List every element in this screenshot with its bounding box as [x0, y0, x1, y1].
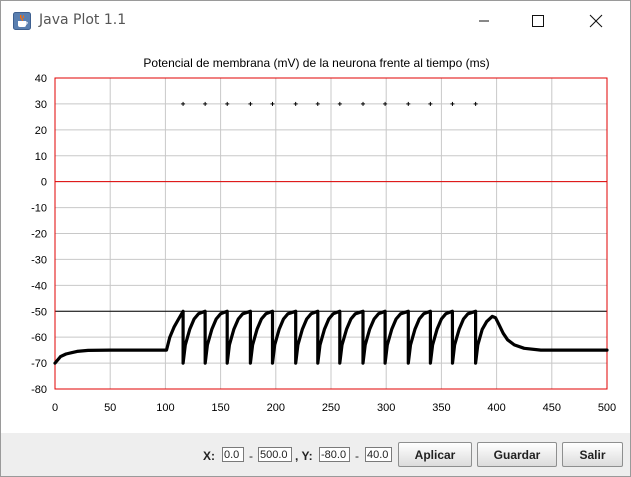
y-tick-label: 0: [41, 177, 47, 189]
java-plot-window: Java Plot 1.1 Potencial de membrana (mV)…: [0, 0, 631, 477]
close-button[interactable]: [573, 1, 619, 41]
y-tick-label: -70: [31, 358, 47, 370]
spike-marker: [406, 101, 411, 106]
x-tick-label: 500: [598, 402, 616, 414]
spike-marker: [293, 101, 298, 106]
spike-marker: [473, 101, 478, 106]
maximize-button[interactable]: [515, 1, 561, 41]
maximize-icon: [532, 15, 544, 27]
x-tick-label: 200: [267, 402, 285, 414]
spike-marker: [225, 101, 230, 106]
spike-marker: [248, 101, 253, 106]
x-range-dash: -: [249, 449, 253, 463]
membrane-potential-chart: 0 50 100 150 200 250 300 350 400 450 500403020100-…: [31, 73, 616, 414]
apply-button[interactable]: Aplicar: [398, 442, 472, 467]
y-tick-label: 20: [35, 125, 47, 137]
close-icon: [589, 14, 603, 28]
x-tick-label: 150: [211, 402, 229, 414]
title-bar[interactable]: Java Plot 1.1: [1, 1, 630, 41]
y-tick-label: 30: [35, 99, 47, 111]
minimize-button[interactable]: [461, 1, 507, 41]
y-tick-label: -50: [31, 306, 47, 318]
spike-marker: [181, 101, 186, 106]
spike-marker: [361, 101, 366, 106]
client-area: Potencial de membrana (mV) de la neurona…: [1, 41, 630, 476]
y-min-field[interactable]: [319, 447, 350, 462]
spike-marker: [203, 101, 208, 106]
y-range-label: , Y:: [295, 449, 313, 463]
spike-marker: [428, 101, 433, 106]
x-min-field[interactable]: [222, 447, 244, 462]
x-max-field[interactable]: [258, 447, 292, 462]
spike-marker: [270, 101, 275, 106]
y-tick-label: -80: [31, 384, 47, 396]
axis-controls: X: - , Y: - Aplicar Guardar Salir: [1, 433, 630, 476]
plot-panel: Potencial de membrana (mV) de la neurona…: [1, 41, 630, 433]
save-button[interactable]: Guardar: [477, 442, 557, 467]
y-tick-label: -30: [31, 254, 47, 266]
x-tick-label: 0: [52, 402, 58, 414]
y-tick-label: 10: [35, 151, 47, 163]
x-tick-label: 250: [322, 402, 340, 414]
x-range-label: X:: [203, 449, 215, 463]
exit-button[interactable]: Salir: [562, 442, 623, 467]
x-tick-label: 400: [487, 402, 505, 414]
x-tick-label: 450: [543, 402, 561, 414]
y-tick-label: -20: [31, 229, 47, 241]
y-max-field[interactable]: [365, 447, 392, 462]
y-tick-label: 40: [35, 73, 47, 85]
spike-marker: [315, 101, 320, 106]
x-tick-label: 350: [432, 402, 450, 414]
x-tick-label: 300: [377, 402, 395, 414]
y-tick-label: -40: [31, 280, 47, 292]
minimize-icon: [479, 20, 489, 22]
spike-marker: [450, 101, 455, 106]
x-tick-label: 100: [156, 402, 174, 414]
y-range-dash: -: [355, 449, 359, 463]
java-cup-icon: [13, 12, 31, 30]
x-tick-label: 50: [104, 402, 116, 414]
y-tick-label: -60: [31, 332, 47, 344]
y-tick-label: -10: [31, 203, 47, 215]
spike-marker: [337, 101, 342, 106]
window-title: Java Plot 1.1: [39, 12, 127, 28]
